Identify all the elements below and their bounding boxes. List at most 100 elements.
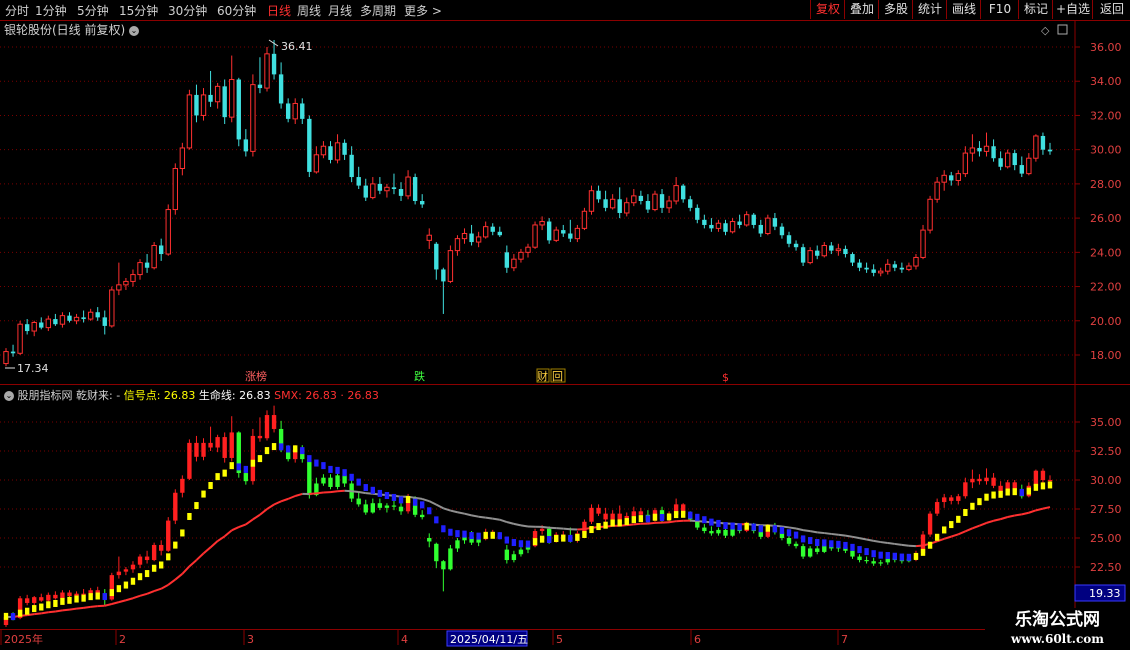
life-line-segment	[584, 526, 592, 531]
signal-dot	[405, 496, 411, 504]
candle-body	[1012, 153, 1017, 166]
candle-body	[617, 199, 622, 213]
watermark: 乐淘公式网 www.60lt.com	[985, 608, 1130, 650]
life-line-segment	[27, 613, 35, 617]
candle-body	[454, 238, 461, 252]
signal-dot	[786, 529, 792, 537]
candle-body	[666, 200, 672, 209]
life-line-segment	[499, 518, 508, 523]
event-dollar[interactable]: $	[722, 371, 729, 384]
indicator-candle	[652, 510, 658, 521]
signal-dot	[455, 530, 460, 538]
life-line-segment	[379, 493, 388, 497]
signal-dot	[899, 553, 905, 561]
life-line-segment	[824, 532, 832, 535]
signal-dot	[836, 540, 841, 548]
period-15min[interactable]: 15分钟	[119, 2, 158, 19]
period-1min[interactable]: 1分钟	[35, 2, 67, 19]
indicator-candle	[949, 497, 954, 501]
watermark-line1: 乐淘公式网	[1015, 610, 1100, 630]
signal-dot	[807, 537, 813, 545]
qcl-value: -	[116, 389, 121, 402]
signal-dot	[109, 589, 114, 597]
life-line-segment	[209, 540, 219, 549]
chevron-down-icon[interactable]: ⌄	[4, 391, 14, 401]
period-60min[interactable]: 60分钟	[217, 2, 256, 19]
signal-dot	[942, 526, 947, 534]
mark-button[interactable]: 标记	[1018, 0, 1053, 19]
adjust-button[interactable]: 复权	[810, 0, 845, 19]
period-30min[interactable]: 30分钟	[168, 2, 207, 19]
indicator-candle	[497, 535, 502, 538]
period-daily[interactable]: 日线	[267, 2, 291, 19]
signal-dot	[285, 445, 291, 453]
period-multi[interactable]: 多周期	[360, 2, 396, 19]
event-buyback[interactable]: 回	[552, 370, 563, 383]
candle-body	[596, 190, 601, 200]
draw-line-button[interactable]: 画线	[946, 0, 981, 19]
life-line-segment	[866, 538, 874, 542]
kline-chart[interactable]: 36.00 34.00 32.00 30.00 28.00 26.00 24.00 22.00…	[0, 0, 1130, 650]
event-finance[interactable]: 财	[537, 369, 548, 383]
candle-body	[815, 250, 820, 256]
indicator-candle	[723, 529, 728, 536]
indicator-candle	[293, 448, 298, 460]
candle-body	[356, 177, 361, 186]
signal-dot	[934, 533, 940, 541]
f10-button[interactable]: F10	[980, 0, 1019, 19]
chevron-down-icon[interactable]: ⌄	[129, 25, 140, 36]
indicator-candle	[166, 520, 171, 551]
period-monthly[interactable]: 月线	[328, 2, 352, 19]
event-limit-up[interactable]: 涨榜	[245, 369, 267, 383]
event-down[interactable]: 跌	[414, 369, 425, 383]
signal-dot	[1026, 487, 1032, 495]
life-line-segment	[287, 495, 296, 500]
period-5min[interactable]: 5分钟	[77, 2, 109, 19]
indicator-candle	[208, 442, 213, 448]
signal-dot	[504, 536, 510, 544]
price-tick-label: 36.00	[1090, 41, 1122, 54]
life-label: 生命线:	[198, 389, 236, 402]
add-favorite-button[interactable]: +自选	[1052, 0, 1093, 19]
indicator-candle	[575, 533, 580, 541]
candle-body	[998, 158, 1003, 167]
signal-dot	[800, 535, 806, 543]
period-fenshi[interactable]: 分时	[5, 2, 29, 19]
signal-dot	[208, 482, 213, 490]
indicator-candle	[271, 415, 277, 429]
candle-body	[800, 247, 806, 263]
life-line-segment	[817, 531, 825, 535]
period-more[interactable]: 更多 >	[404, 2, 442, 19]
indicator-candle	[412, 498, 418, 515]
candle-body	[307, 118, 312, 172]
indicator-candle	[427, 538, 432, 542]
life-line-segment	[167, 578, 176, 586]
multi-stock-button[interactable]: 多股	[878, 0, 913, 19]
life-line-segment	[950, 533, 959, 538]
indicator-candle	[398, 506, 404, 512]
life-line-segment	[414, 496, 423, 500]
period-weekly[interactable]: 周线	[297, 2, 321, 19]
life-line-segment	[372, 492, 380, 496]
high-price-label: 36.41	[281, 40, 313, 53]
indicator-candle	[751, 524, 756, 532]
candle-body	[581, 210, 588, 229]
candle-body	[743, 214, 750, 226]
overlay-button[interactable]: 叠加	[844, 0, 879, 19]
candle-body	[24, 324, 30, 332]
candle-body	[370, 183, 376, 199]
indicator-candle	[370, 503, 375, 513]
indicator-candle	[546, 528, 552, 542]
back-button[interactable]: 返回	[1092, 0, 1130, 19]
indicator-candle	[589, 507, 594, 522]
indicator-candle	[836, 547, 841, 549]
signal-dot	[412, 498, 418, 506]
diamond-icon[interactable]: ◇	[1041, 24, 1050, 37]
stats-button[interactable]: 统计	[912, 0, 947, 19]
window-box-icon[interactable]	[1057, 24, 1068, 35]
life-line-segment	[41, 611, 49, 615]
life-line-segment	[407, 495, 416, 499]
candle-body	[130, 274, 136, 282]
indicator-title: ⌄ 股朋指标网 乾财来: - 信号点: 26.83 生命线: 26.83 SMX…	[4, 389, 379, 402]
indicator-candle	[779, 532, 785, 538]
